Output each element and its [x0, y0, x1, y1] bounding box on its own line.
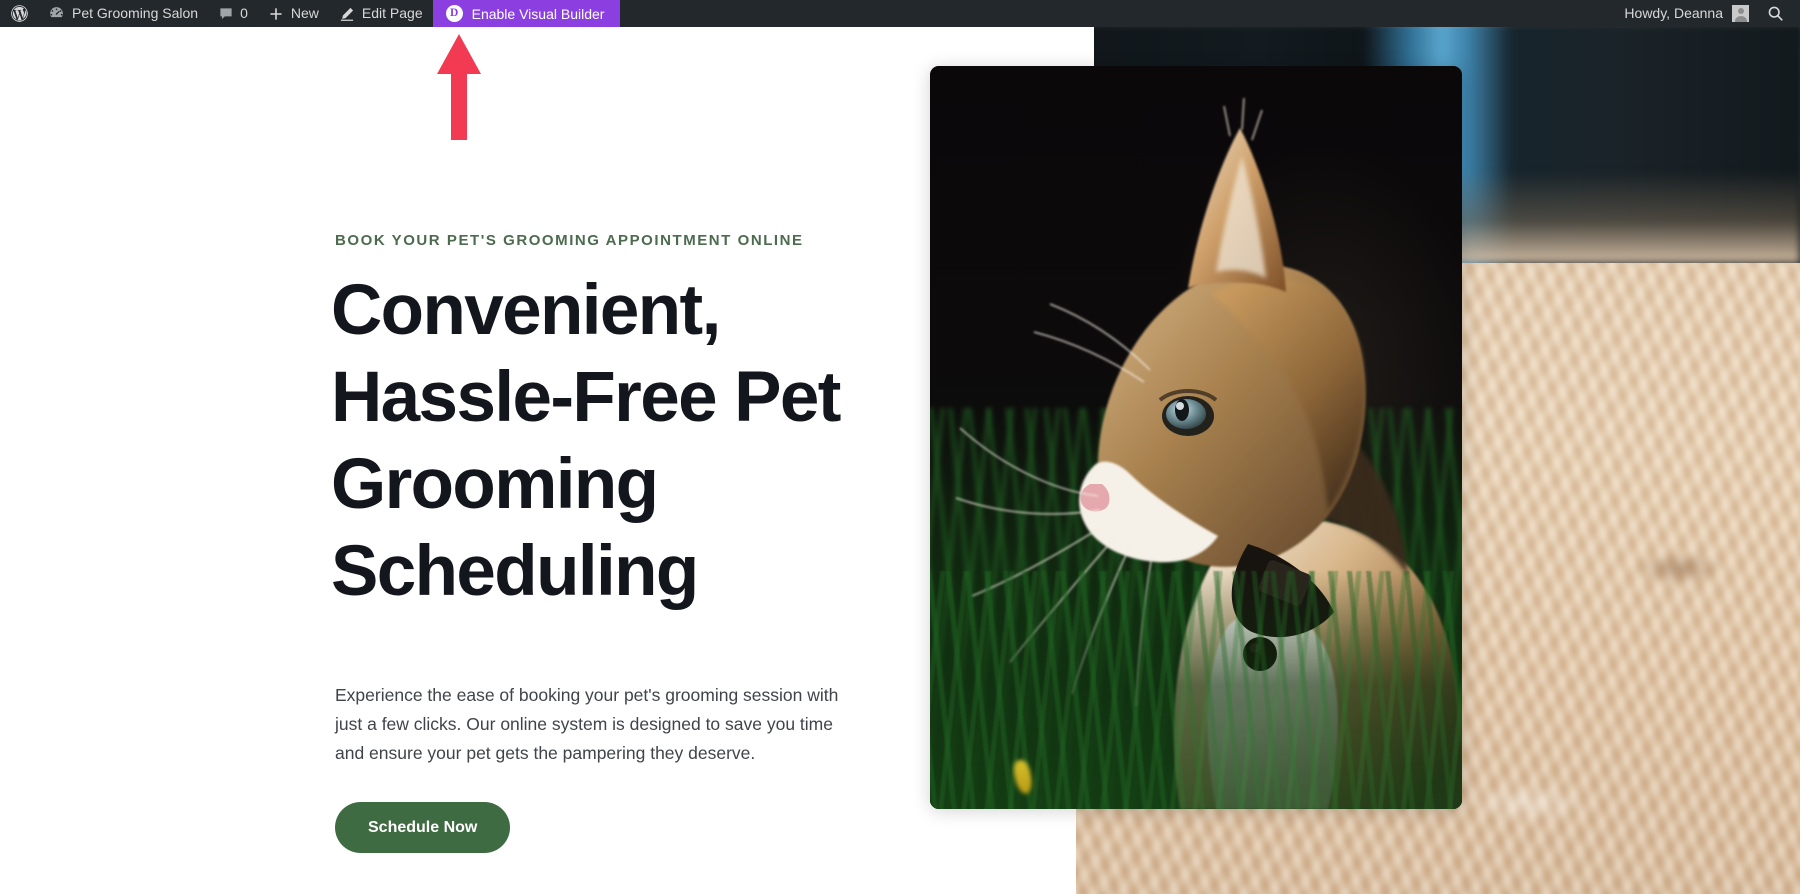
new-content-menu[interactable]: New: [258, 0, 329, 27]
search-button[interactable]: [1759, 0, 1800, 27]
admin-bar-spacer: [620, 0, 1610, 27]
enable-visual-builder-button[interactable]: D Enable Visual Builder: [432, 0, 621, 27]
enable-visual-builder-label: Enable Visual Builder: [471, 5, 605, 22]
wp-admin-bar: Pet Grooming Salon 0 New Edit Page D Ena…: [0, 0, 1800, 27]
comments-menu[interactable]: 0: [208, 0, 258, 27]
dashboard-icon: [48, 5, 65, 22]
comments-count: 0: [240, 5, 248, 21]
howdy-label: Howdy, Deanna: [1624, 5, 1723, 21]
page-title: Convenient, Hassle-Free Pet Grooming Sch…: [331, 271, 841, 611]
edit-page-label: Edit Page: [361, 5, 423, 21]
wordpress-logo-icon: [10, 4, 29, 23]
hero-section: BOOK YOUR PET'S GROOMING APPOINTMENT ONL…: [0, 27, 1800, 894]
user-avatar-icon: [1732, 5, 1749, 22]
browser-viewport: Pet Grooming Salon 0 New Edit Page D Ena…: [0, 0, 1800, 894]
wordpress-logo-button[interactable]: [0, 0, 38, 27]
edit-page-link[interactable]: Edit Page: [329, 0, 433, 27]
plus-icon: [268, 6, 284, 22]
hero-description: Experience the ease of booking your pet'…: [335, 685, 839, 763]
new-content-label: New: [290, 5, 319, 21]
search-icon: [1767, 5, 1784, 22]
hero-eyebrow: BOOK YOUR PET'S GROOMING APPOINTMENT ONL…: [335, 232, 804, 249]
account-menu[interactable]: Howdy, Deanna: [1610, 0, 1759, 27]
site-name-menu[interactable]: Pet Grooming Salon: [38, 0, 208, 27]
pencil-icon: [339, 6, 355, 22]
foreground-grass-layer: [930, 571, 1462, 809]
hero-cat-card-image: [930, 66, 1462, 809]
divi-logo-icon: D: [445, 5, 463, 22]
schedule-now-button[interactable]: Schedule Now: [335, 802, 511, 853]
comment-bubble-icon: [218, 6, 234, 22]
site-name-label: Pet Grooming Salon: [72, 5, 199, 21]
